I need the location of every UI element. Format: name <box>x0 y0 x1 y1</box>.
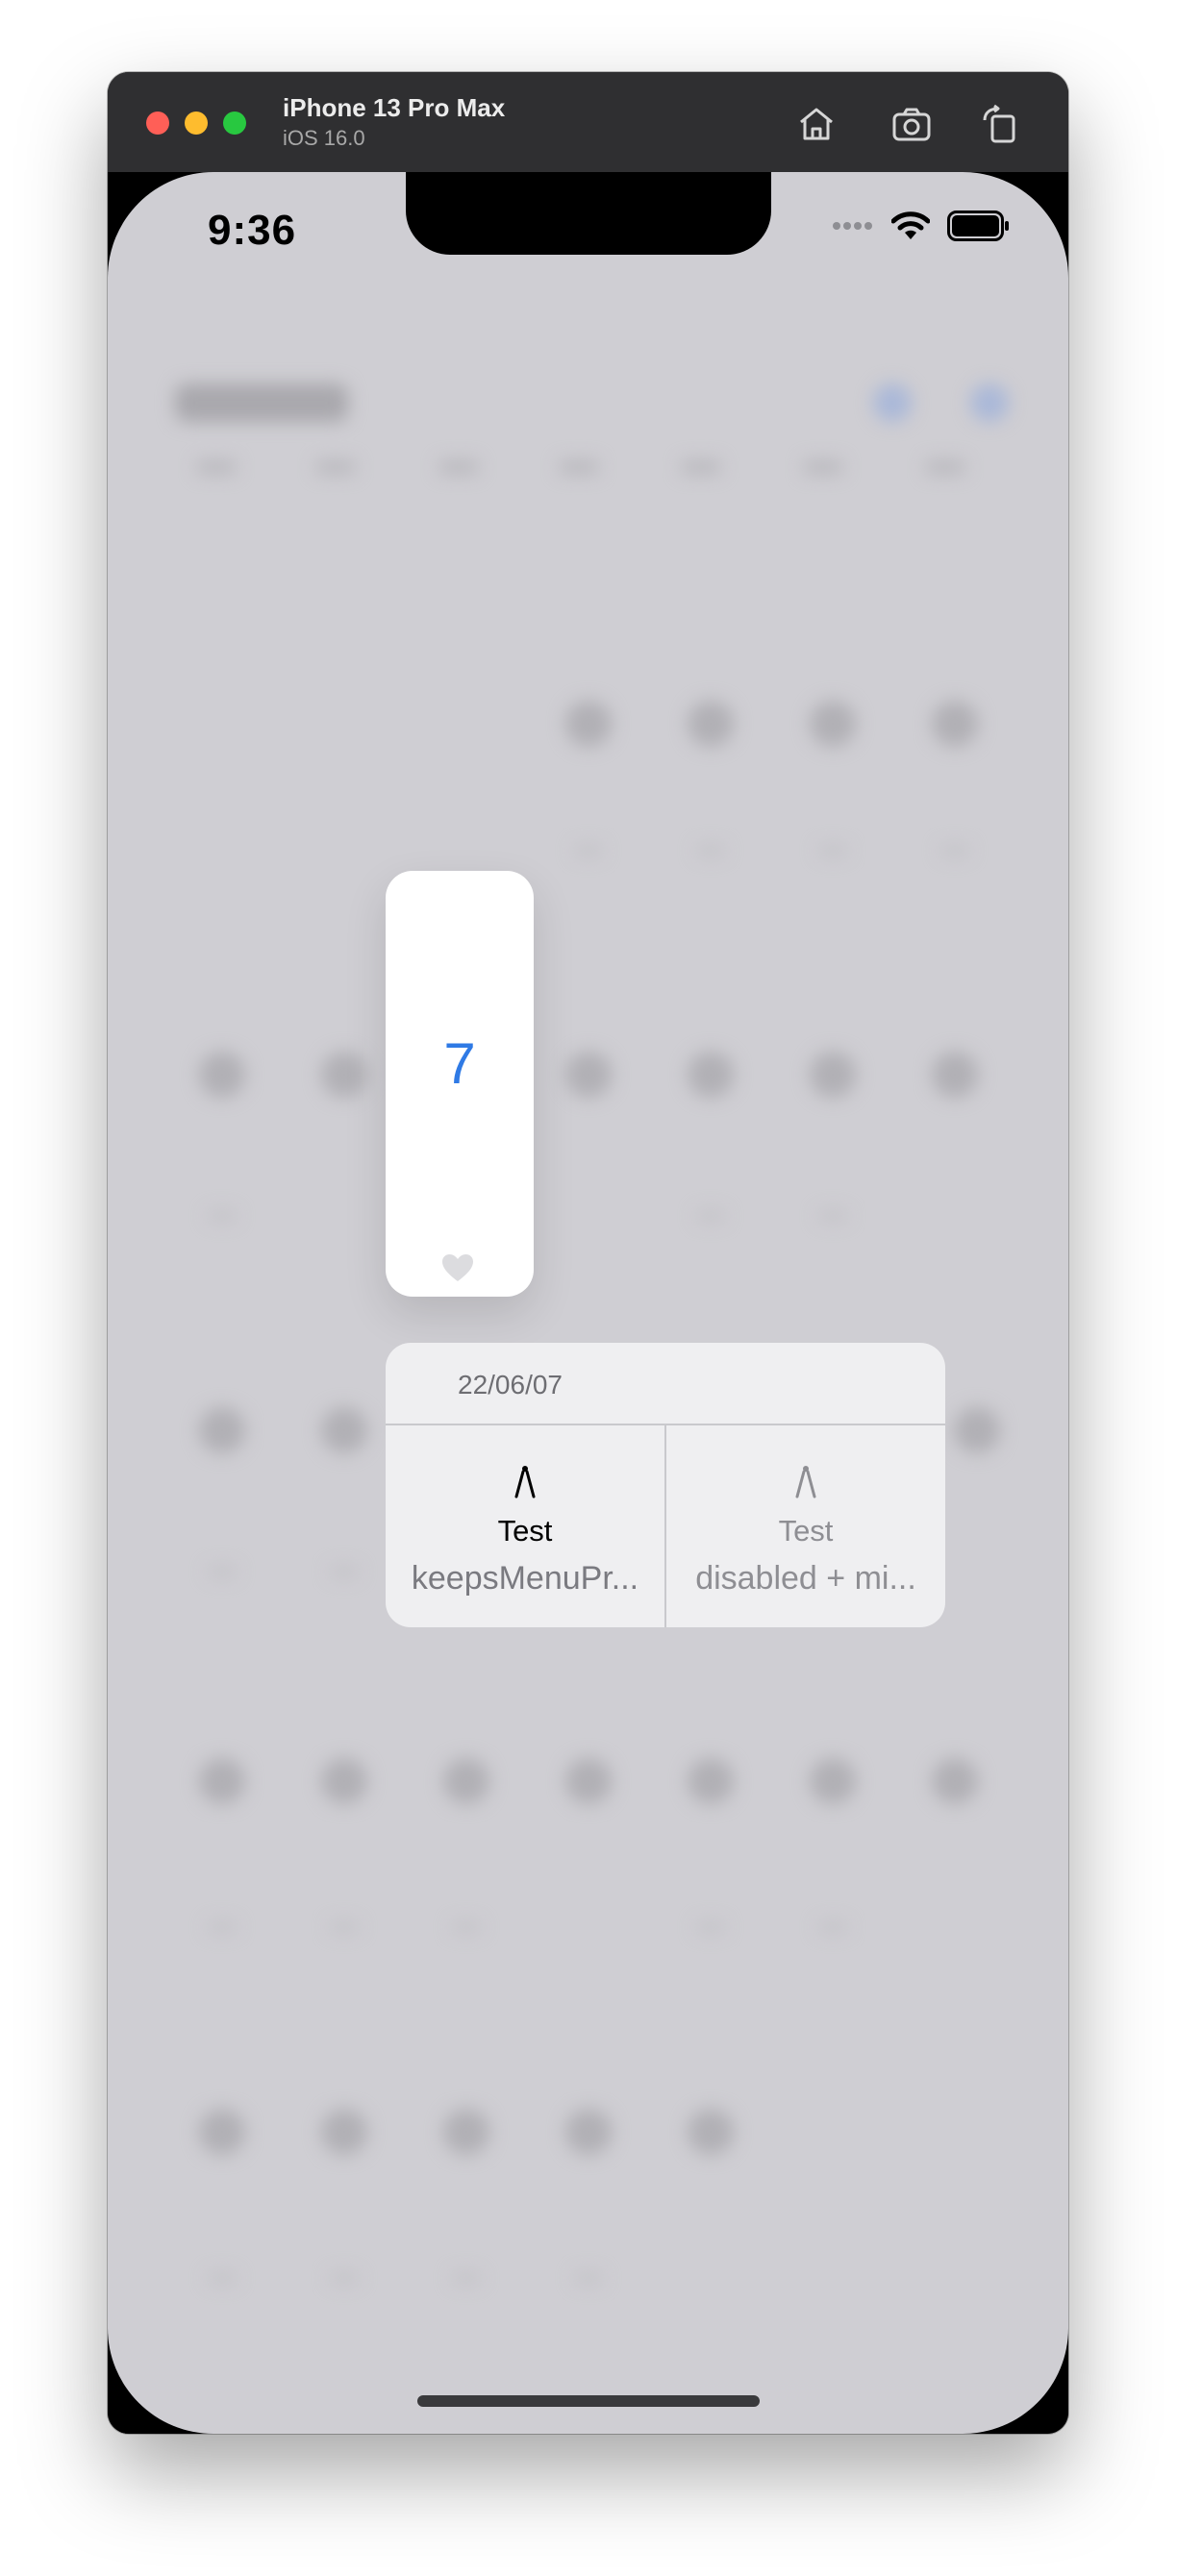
blurred-prev-month-icon <box>873 384 912 422</box>
blurred-day-dot <box>574 2272 603 2284</box>
blurred-day-dot <box>208 1566 237 1577</box>
blurred-day-dot <box>818 1921 847 1933</box>
blurred-day <box>565 701 612 747</box>
screenshot-icon <box>892 108 931 141</box>
blurred-day-dot <box>696 1921 725 1933</box>
blurred-day-dot <box>574 845 603 856</box>
blurred-day-dot <box>452 2272 481 2284</box>
menu-item-title: Test <box>778 1514 834 1548</box>
menu-item-subtitle: disabled + mi... <box>695 1560 916 1597</box>
compass-icon <box>795 1466 816 1499</box>
device-name: iPhone 13 Pro Max <box>283 93 506 122</box>
blurred-day <box>321 1758 367 1804</box>
camera-notch <box>406 172 771 255</box>
blurred-day-dot <box>330 1921 359 1933</box>
heart-icon <box>442 1254 473 1281</box>
simulator-window: iPhone 13 Pro Max iOS 16.0 9:36 7 22/06/… <box>108 72 1068 2434</box>
blurred-weekday <box>682 460 720 474</box>
blurred-weekday <box>197 460 236 474</box>
blurred-day-dot <box>818 1210 847 1222</box>
rotate-icon <box>983 104 1015 143</box>
blurred-day-dot <box>696 845 725 856</box>
blurred-day <box>199 1758 245 1804</box>
blurred-day-dot <box>330 2272 359 2284</box>
blurred-weekday <box>439 460 478 474</box>
blurred-day <box>810 701 856 747</box>
blurred-day <box>932 1052 978 1098</box>
blurred-day <box>321 1052 367 1098</box>
blurred-day-dot <box>452 1921 481 1933</box>
blurred-weekday <box>926 460 964 474</box>
compass-icon <box>514 1466 536 1499</box>
blurred-day <box>321 1407 367 1453</box>
blurred-day <box>565 1758 612 1804</box>
blurred-day <box>565 1052 612 1098</box>
blurred-day <box>199 1407 245 1453</box>
battery-icon <box>947 211 1009 241</box>
zoom-window-button[interactable] <box>223 111 246 135</box>
status-icons <box>832 211 1011 241</box>
blurred-day-dot <box>696 1210 725 1222</box>
context-menu-header: 22/06/07 <box>386 1343 945 1425</box>
close-window-button[interactable] <box>146 111 169 135</box>
blurred-day-dot <box>940 845 969 856</box>
device-screen: 9:36 7 22/06/07 Test keepsMenuPr... Test… <box>108 172 1068 2434</box>
simulator-titlebar: iPhone 13 Pro Max iOS 16.0 <box>108 72 1068 173</box>
menu-item-title: Test <box>497 1514 553 1548</box>
menu-item-subtitle: keepsMenuPr... <box>411 1560 639 1597</box>
blurred-day <box>932 701 978 747</box>
blurred-day <box>199 2109 245 2155</box>
blurred-day <box>688 701 734 747</box>
status-time: 9:36 <box>208 207 297 254</box>
blurred-day <box>810 1758 856 1804</box>
wifi-icon <box>891 211 930 239</box>
home-indicator[interactable] <box>417 2395 760 2407</box>
blurred-calendar-background <box>108 172 1068 2434</box>
blurred-day-dot <box>208 1210 237 1222</box>
blurred-day <box>321 2109 367 2155</box>
context-menu: 22/06/07 Test keepsMenuPr... Test disabl… <box>386 1343 945 1627</box>
minimize-window-button[interactable] <box>185 111 208 135</box>
menu-item-test-keeps-menu[interactable]: Test keepsMenuPr... <box>386 1425 664 1627</box>
blurred-day <box>443 1758 489 1804</box>
context-menu-date: 22/06/07 <box>458 1370 563 1399</box>
cellular-signal-icon <box>833 222 872 230</box>
blurred-day-dot <box>330 1566 359 1577</box>
blurred-weekday <box>560 460 598 474</box>
blurred-day <box>443 2109 489 2155</box>
home-icon <box>800 108 833 140</box>
blurred-day <box>199 1052 245 1098</box>
blurred-weekday <box>316 460 355 474</box>
blurred-day-dot <box>818 845 847 856</box>
blurred-month-title <box>175 384 348 422</box>
screen-content: 9:36 7 22/06/07 Test keepsMenuPr... Test… <box>108 172 1068 2434</box>
blurred-day <box>565 2109 612 2155</box>
blurred-day-dot <box>208 1921 237 1933</box>
blurred-day <box>688 2109 734 2155</box>
blurred-day <box>688 1052 734 1098</box>
os-version: iOS 16.0 <box>283 126 365 150</box>
blurred-day <box>954 1407 1000 1453</box>
blurred-weekday <box>804 460 842 474</box>
screenshot-button[interactable] <box>889 101 935 147</box>
rotate-button[interactable] <box>977 101 1023 147</box>
blurred-day <box>810 1052 856 1098</box>
home-button[interactable] <box>793 101 839 147</box>
selected-day-number: 7 <box>443 1031 476 1096</box>
blurred-next-month-icon <box>970 384 1009 422</box>
selected-day-preview[interactable]: 7 <box>386 871 534 1297</box>
blurred-day <box>932 1758 978 1804</box>
blurred-day-dot <box>208 2272 237 2284</box>
menu-item-test-disabled: Test disabled + mi... <box>666 1425 945 1627</box>
blurred-day <box>688 1758 734 1804</box>
